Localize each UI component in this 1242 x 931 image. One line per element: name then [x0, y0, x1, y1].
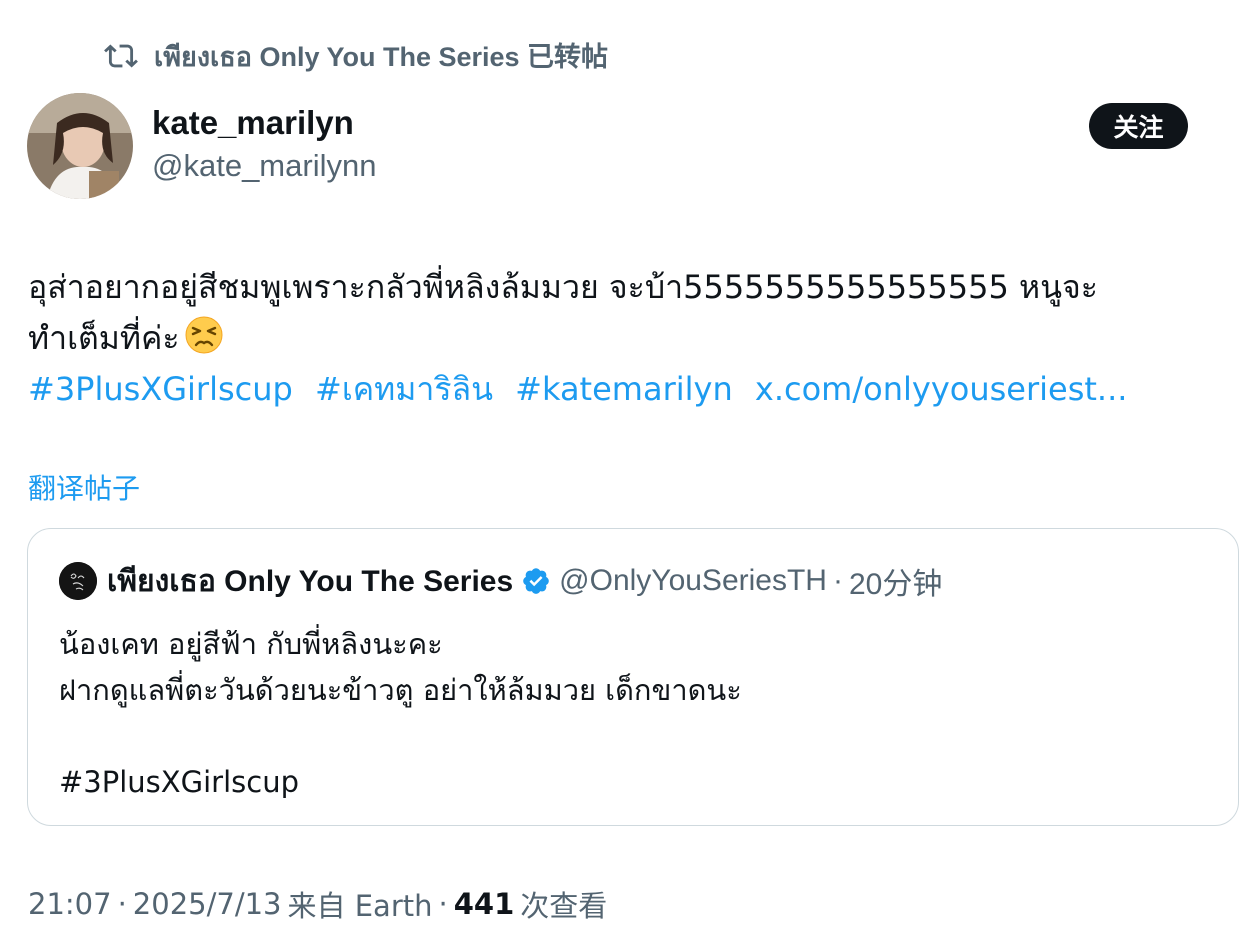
quote-timestamp[interactable]: 20分钟 — [849, 559, 942, 603]
follow-button[interactable]: 关注 — [1089, 103, 1188, 149]
quote-avatar[interactable] — [59, 562, 97, 600]
repost-text: เพียงเธอ Only You The Series 已转帖 — [154, 41, 609, 72]
quoted-tweet-card[interactable]: เพียงเธอ Only You The Series @OnlyYouSer… — [27, 528, 1239, 826]
author-display-name[interactable]: kate_marilyn — [152, 104, 354, 142]
hashtag-link[interactable]: #3PlusXGirlscup — [28, 370, 293, 408]
tweet-text: อุส่าอยากอยู่สีชมพูเพราะกลัวพี่หลิงล้มมว… — [28, 262, 1240, 415]
tweet-meta: 21:07 · 2025/7/13 来自 Earth · 441 次查看 — [28, 884, 607, 924]
separator-dot: · — [438, 887, 448, 921]
hashtag-link[interactable]: #katemarilyn — [515, 370, 733, 408]
quote-display-name[interactable]: เพียงเธอ Only You The Series — [107, 558, 513, 605]
verified-badge-icon — [523, 568, 549, 594]
repost-icon — [104, 44, 138, 68]
separator-dot: · — [117, 887, 127, 921]
quote-header: เพียงเธอ Only You The Series @OnlyYouSer… — [59, 561, 942, 601]
repost-indicator[interactable]: เพียงเธอ Only You The Series 已转帖 — [104, 36, 608, 76]
tweet-source: 来自 Earth — [287, 889, 433, 923]
views-label: 次查看 — [520, 889, 608, 923]
quote-line: ฝากดูแลพี่ตะวันด้วยนะข้าวตู อย่าให้ล้มมว… — [59, 673, 742, 707]
author-handle[interactable]: @kate_marilynn — [152, 148, 376, 184]
quote-handle[interactable]: @OnlyYouSeriesTH — [559, 564, 827, 598]
views-count: 441 — [453, 887, 515, 921]
tweet-links: #3PlusXGirlscup #เคทมาริลิน #katemarilyn… — [28, 364, 1240, 415]
tweet-date[interactable]: 2025/7/13 — [133, 887, 282, 921]
persevering-face-emoji — [185, 316, 223, 354]
url-link[interactable]: x.com/onlyyouseriest... — [755, 370, 1128, 408]
translate-post-link[interactable]: 翻译帖子 — [28, 467, 140, 507]
tweet-time[interactable]: 21:07 — [28, 887, 112, 921]
quote-line: น้องเคท อยู่สีฟ้า กับพี่หลิงนะคะ — [59, 627, 443, 661]
tweet-line-2: ทำเต็มที่ค่ะ — [28, 313, 1240, 364]
quote-body: น้องเคท อยู่สีฟ้า กับพี่หลิงนะคะ ฝากดูแล… — [59, 621, 1209, 805]
quote-hashtag[interactable]: #3PlusXGirlscup — [59, 759, 1209, 805]
quote-line-blank — [59, 713, 1209, 759]
hashtag-link[interactable]: #เคทมาริลิน — [315, 370, 493, 408]
tweet-line-1: อุส่าอยากอยู่สีชมพูเพราะกลัวพี่หลิงล้มมว… — [28, 268, 1098, 306]
avatar[interactable] — [27, 93, 133, 199]
tweet-line-2-text: ทำเต็มที่ค่ะ — [28, 319, 180, 357]
separator-dot: · — [832, 564, 843, 597]
